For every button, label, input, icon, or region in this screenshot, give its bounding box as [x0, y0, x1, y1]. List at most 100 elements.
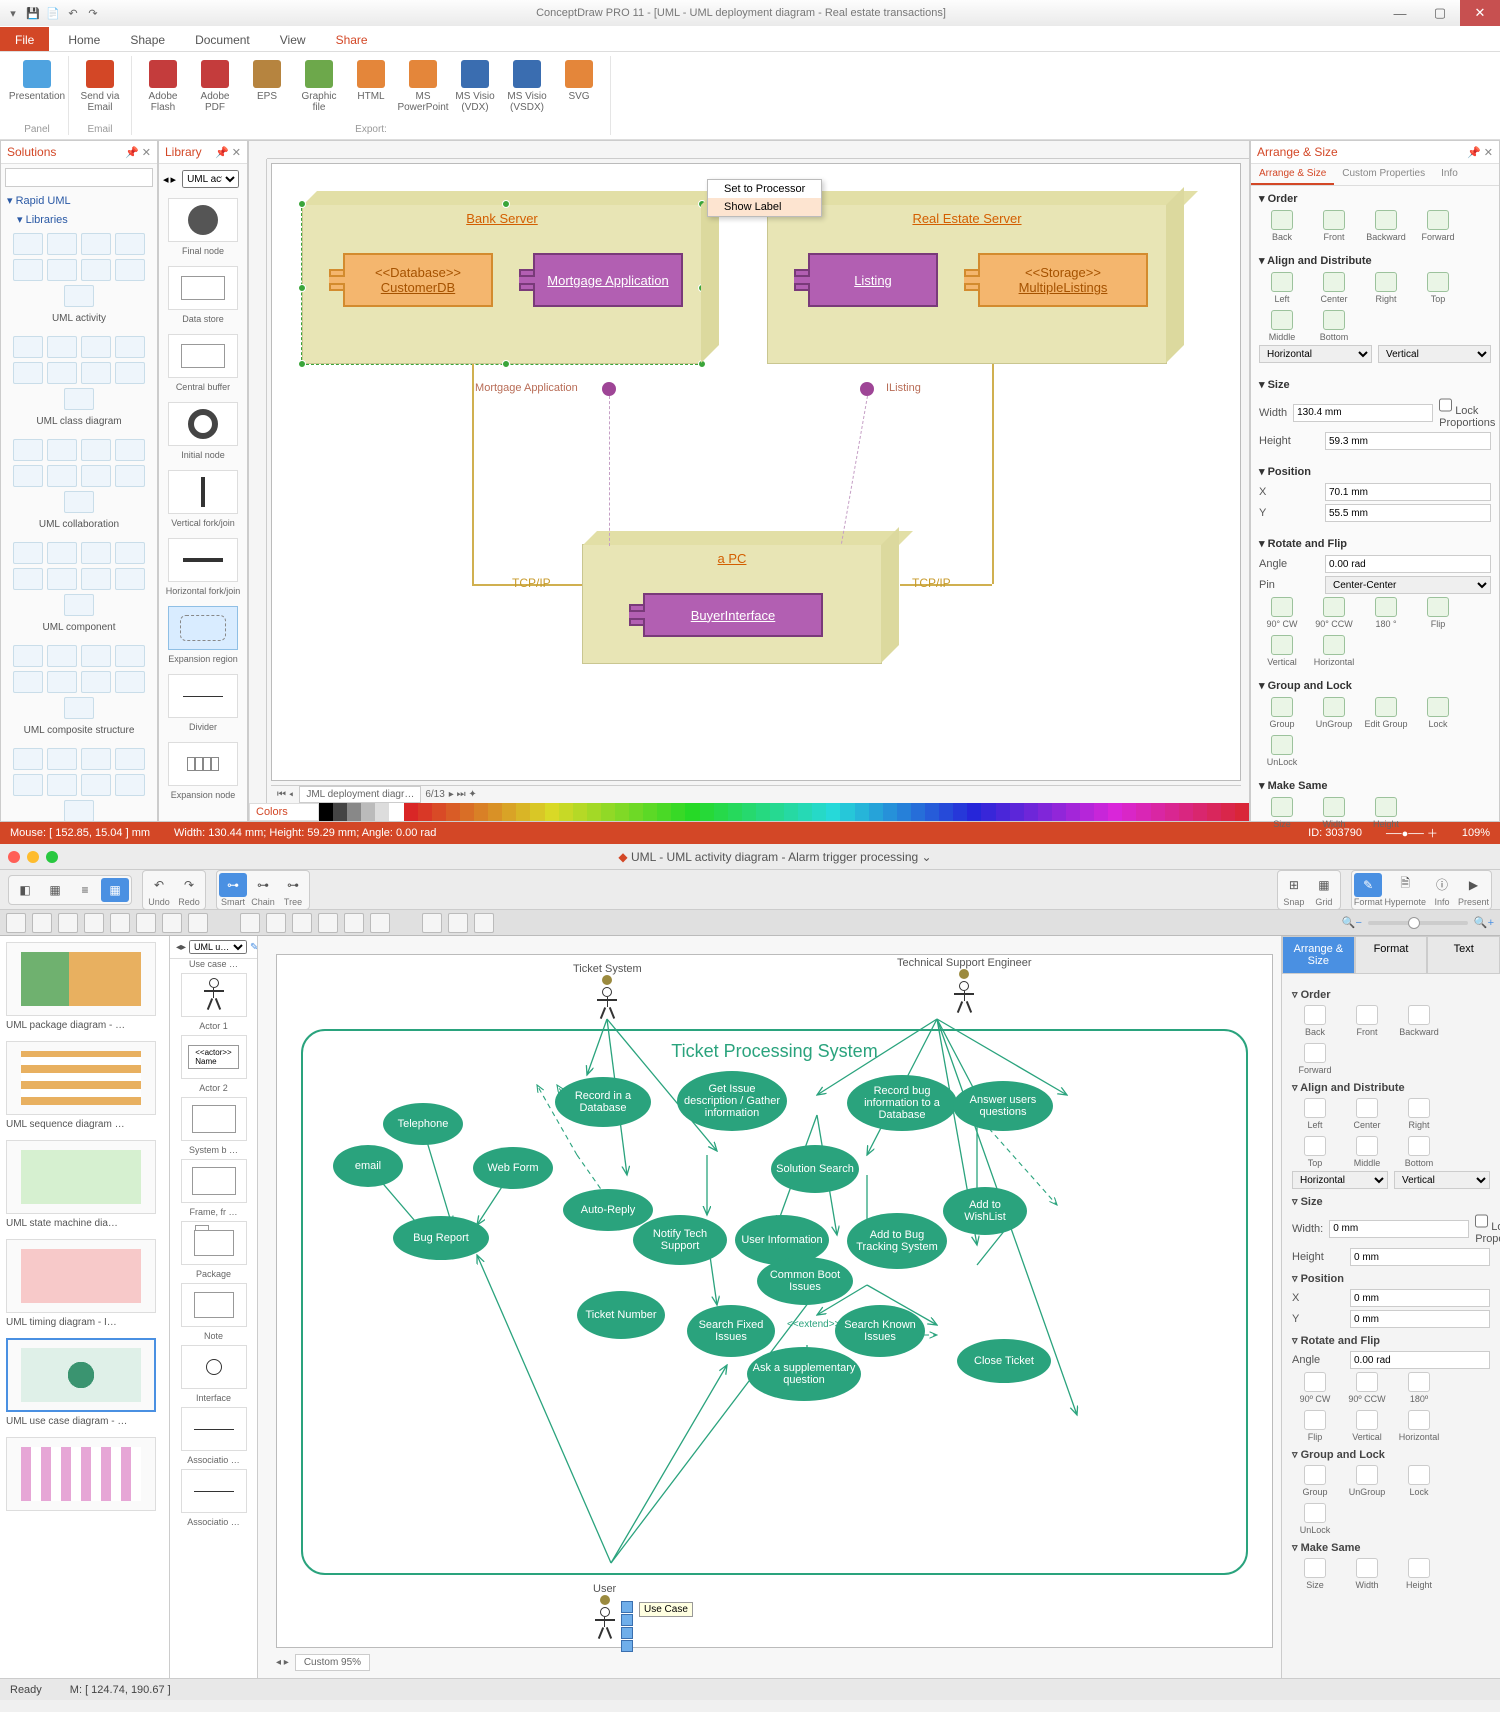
align-right[interactable]: Right — [1363, 272, 1409, 304]
flip-vertical[interactable]: Vertical — [1259, 635, 1305, 667]
node-pc[interactable]: a PC BuyerInterface — [582, 544, 882, 664]
tab-format[interactable]: Format — [1355, 936, 1428, 974]
pin-select[interactable]: Center-Center — [1325, 576, 1491, 594]
color-swatch[interactable] — [530, 803, 544, 821]
tab-arrange-size[interactable]: Arrange & Size — [1282, 936, 1355, 974]
distribute-v[interactable]: Vertical — [1378, 345, 1491, 363]
format-panel[interactable]: ✎Format — [1354, 873, 1383, 907]
flip-horizontal[interactable]: Horizontal — [1396, 1410, 1442, 1442]
lock-btn[interactable]: Lock — [1396, 1465, 1442, 1497]
color-swatch[interactable] — [516, 803, 530, 821]
lib-expansion-region[interactable] — [168, 606, 238, 650]
lib-initial-node[interactable] — [168, 402, 238, 446]
color-swatch[interactable] — [545, 803, 559, 821]
minimize-button[interactable] — [27, 851, 39, 863]
export-ppt[interactable]: MS PowerPoint — [400, 56, 446, 122]
color-swatch[interactable] — [798, 803, 812, 821]
node-bank-server[interactable]: Bank Server <<Database>> CustomerDB Mort… — [302, 204, 702, 364]
export-vdx[interactable]: MS Visio (VDX) — [452, 56, 498, 122]
distribute-v[interactable]: Vertical — [1394, 1171, 1490, 1189]
align-bottom[interactable]: Bottom — [1396, 1136, 1442, 1168]
comp-mortgage-application[interactable]: Mortgage Application — [533, 253, 683, 307]
select-tool[interactable] — [6, 913, 26, 933]
unlock-btn[interactable]: UnLock — [1292, 1503, 1338, 1535]
lib-assoc2[interactable] — [181, 1469, 247, 1513]
new-icon[interactable]: 📄 — [44, 4, 62, 22]
chain-connector[interactable]: ⊶Chain — [249, 873, 277, 907]
solution-thumb[interactable] — [6, 1140, 156, 1214]
distribute-h[interactable]: Horizontal — [1292, 1171, 1388, 1189]
tab-shape[interactable]: Shape — [115, 27, 180, 51]
drawing-page[interactable]: Ticket System Technical Support Engineer… — [276, 954, 1273, 1648]
export-graphic[interactable]: Graphic file — [296, 56, 342, 122]
tab-document[interactable]: Document — [180, 27, 265, 51]
uc-answer-users[interactable]: Answer users questions — [953, 1081, 1053, 1131]
distribute-h[interactable]: Horizontal — [1259, 345, 1372, 363]
zoom-slider[interactable] — [1368, 921, 1468, 925]
color-swatch[interactable] — [770, 803, 784, 821]
color-swatch[interactable] — [1024, 803, 1038, 821]
uc-get-issue[interactable]: Get Issue description / Gather informati… — [677, 1071, 787, 1131]
hypernote-panel[interactable]: 🗎Hypernote — [1384, 873, 1426, 907]
color-swatch[interactable] — [1122, 803, 1136, 821]
snap-toggle[interactable]: ⊞Snap — [1280, 873, 1308, 907]
ctx-show-label[interactable]: Show Label — [708, 198, 821, 216]
rotate-ccw[interactable]: 90° CCW — [1311, 597, 1357, 629]
solution-thumb[interactable] — [6, 1338, 156, 1412]
solution-thumb[interactable] — [6, 1437, 156, 1511]
color-swatch[interactable] — [587, 803, 601, 821]
color-swatch[interactable] — [756, 803, 770, 821]
angle-input[interactable] — [1325, 555, 1491, 573]
tab-view[interactable]: View — [265, 27, 321, 51]
color-swatch[interactable] — [488, 803, 502, 821]
maximize-button[interactable]: ▢ — [1420, 0, 1460, 26]
color-swatch[interactable] — [446, 803, 460, 821]
export-html[interactable]: HTML — [348, 56, 394, 122]
nav-icon[interactable]: ◂▸ — [176, 942, 186, 953]
lib-assoc1[interactable] — [181, 1407, 247, 1451]
lib-vfork[interactable] — [168, 470, 238, 514]
solution-item[interactable]: UML collaboration — [1, 519, 157, 530]
align-top[interactable]: Top — [1292, 1136, 1338, 1168]
edit-group-btn[interactable]: Edit Group — [1363, 697, 1409, 729]
tab-custom-properties[interactable]: Custom Properties — [1334, 164, 1433, 185]
grid-toggle[interactable]: ▦Grid — [1310, 873, 1338, 907]
presentation-button[interactable]: Presentation — [14, 56, 60, 122]
order-backward[interactable]: Backward — [1363, 210, 1409, 242]
library-toggle[interactable]: ▦ — [101, 878, 129, 902]
color-swatch[interactable] — [812, 803, 826, 821]
tree-connector[interactable]: ⊶Tree — [279, 873, 307, 907]
color-swatch[interactable] — [939, 803, 953, 821]
port-ilisting[interactable] — [860, 382, 874, 396]
order-backward[interactable]: Backward — [1396, 1005, 1442, 1037]
x-input[interactable] — [1350, 1289, 1490, 1307]
color-swatch[interactable] — [742, 803, 756, 821]
order-front[interactable]: Front — [1311, 210, 1357, 242]
zoom-in-icon[interactable]: 🔍+ — [1474, 916, 1494, 929]
lib-actor1[interactable] — [181, 973, 247, 1017]
color-swatch[interactable] — [319, 803, 333, 821]
solutions-toggle[interactable]: ◧ — [11, 878, 39, 902]
zoom-out[interactable] — [422, 913, 442, 933]
color-swatch[interactable] — [840, 803, 854, 821]
uc-solution-search[interactable]: Solution Search — [771, 1145, 859, 1193]
same-size[interactable]: Size — [1259, 797, 1305, 829]
uc-bugreport[interactable]: Bug Report — [393, 1216, 489, 1260]
uc-common-boot[interactable]: Common Boot Issues — [757, 1257, 853, 1305]
color-swatch[interactable] — [347, 803, 361, 821]
flip-horizontal[interactable]: Horizontal — [1311, 635, 1357, 667]
color-swatch[interactable] — [573, 803, 587, 821]
eraser-tool[interactable] — [188, 913, 208, 933]
close-button[interactable] — [8, 851, 20, 863]
tab-info[interactable]: Info — [1433, 164, 1466, 185]
export-pdf[interactable]: Adobe PDF — [192, 56, 238, 122]
uc-notify-tech[interactable]: Notify Tech Support — [633, 1215, 727, 1265]
info-panel[interactable]: ⓘInfo — [1428, 873, 1456, 907]
text-tool[interactable] — [32, 913, 52, 933]
width-input[interactable] — [1329, 1220, 1469, 1238]
color-swatch[interactable] — [1179, 803, 1193, 821]
color-swatch[interactable] — [615, 803, 629, 821]
lock-btn[interactable]: Lock — [1415, 697, 1461, 729]
color-swatch[interactable] — [389, 803, 403, 821]
library-select[interactable]: UML acti… — [182, 170, 239, 188]
